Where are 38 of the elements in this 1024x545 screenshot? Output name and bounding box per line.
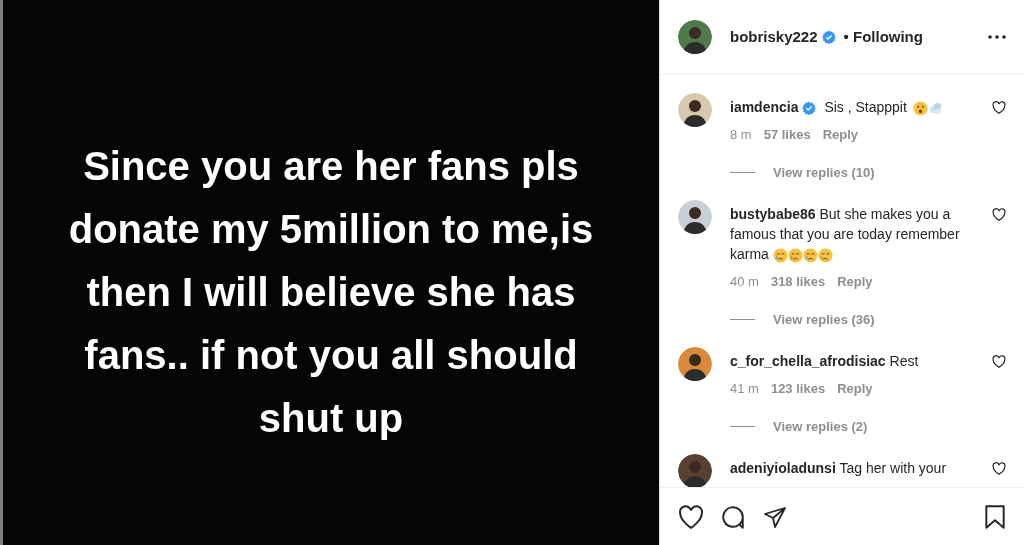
comment-likes[interactable]: 123 likes (770, 379, 826, 399)
like-heart-icon[interactable] (992, 462, 1006, 475)
following-button[interactable]: • Following (843, 25, 923, 49)
crying-face-icon (772, 247, 788, 263)
view-replies-link[interactable]: View replies (10) (773, 162, 875, 182)
crying-face-icon (817, 247, 833, 263)
reply-link[interactable]: Reply (837, 272, 873, 292)
comment-likes[interactable]: 318 likes (770, 272, 826, 292)
send-plane-icon[interactable] (762, 504, 788, 529)
comment-bubble-icon[interactable] (720, 503, 746, 530)
crying-face-icon (802, 247, 818, 263)
comment-username[interactable]: adeniyioladunsi (730, 460, 836, 476)
comment-username[interactable]: bustybabe86 (730, 206, 816, 222)
crying-face-icon (787, 247, 803, 263)
comment-time: 40 m (730, 273, 759, 291)
like-heart-icon[interactable] (678, 504, 704, 529)
post-text: Since you are her fans pls donate my 5million to me,is then I will believe she has fans.. if not you all should shut up (67, 143, 595, 442)
comment-time: 41 m (730, 380, 759, 398)
comment-username[interactable]: c_for_chella_afrodisiac (730, 353, 886, 369)
comment-username[interactable]: iamdencia (730, 99, 799, 115)
comment-text: adeniyioladunsi Tag her with your (730, 459, 948, 478)
view-replies-link[interactable]: View replies (36) (773, 309, 875, 329)
reply-link[interactable]: Reply (822, 125, 859, 145)
like-heart-icon[interactable] (992, 208, 1006, 221)
view-replies-link[interactable]: View replies (2) (773, 416, 868, 436)
username[interactable]: bobrisky222 (730, 25, 818, 49)
puff-cloud-icon (927, 100, 943, 116)
comment-time: 8 m (730, 126, 752, 144)
comment-text: c_for_chella_afrodisiac Rest (730, 352, 920, 371)
reply-link[interactable]: Reply (837, 379, 873, 399)
like-heart-icon[interactable] (992, 355, 1006, 368)
comment-text: iamdencia Sis , Stapppit (730, 97, 984, 117)
comment-text: bustybabe86 But she makes you a famous that you are today remember karma (730, 205, 961, 264)
more-options-icon[interactable] (988, 35, 1006, 39)
bookmark-icon[interactable] (984, 503, 1006, 530)
like-heart-icon[interactable] (992, 101, 1006, 114)
surprised-face-icon (912, 100, 928, 116)
comment-likes[interactable]: 57 likes (763, 125, 811, 145)
